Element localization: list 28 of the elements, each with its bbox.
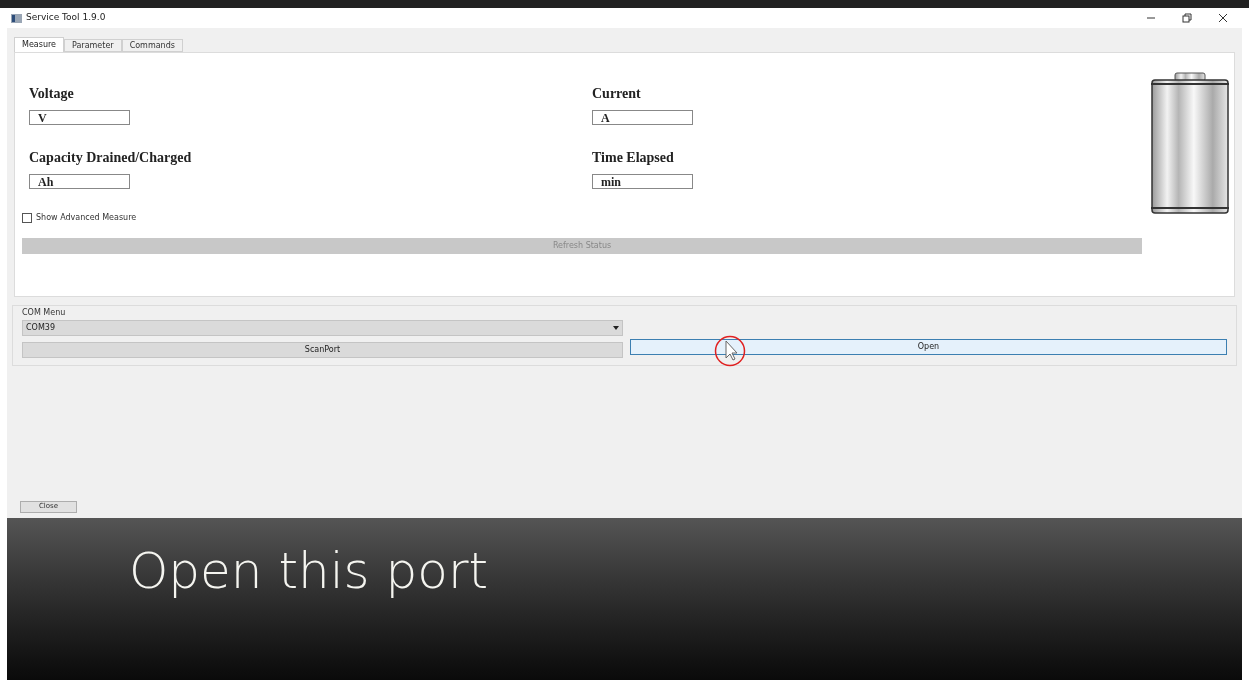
unit-label: Ah (38, 175, 54, 188)
value-field[interactable]: Ah (29, 174, 130, 189)
tab[interactable]: Measure (14, 37, 64, 52)
close-icon[interactable] (1218, 13, 1228, 23)
tab[interactable]: Commands (121, 39, 183, 52)
open-button[interactable]: Open (630, 339, 1227, 355)
checkbox-label: Show Advanced Measure (36, 212, 137, 224)
caption-text: Open this port (129, 546, 489, 602)
value-field[interactable]: A (592, 110, 693, 125)
field-label: Time Elapsed (592, 151, 675, 165)
window-title: Service Tool 1.9.0 (26, 11, 106, 25)
value-field[interactable]: V (29, 110, 130, 125)
dropdown-arrow-icon (613, 326, 619, 330)
restore-icon[interactable] (1182, 13, 1192, 23)
cursor-highlight-icon (714, 335, 746, 367)
scan-port-button[interactable]: ScanPort (22, 342, 623, 358)
unit-label: A (601, 111, 610, 124)
tab[interactable]: Parameter (64, 39, 122, 52)
app-icon (11, 13, 22, 23)
checkbox[interactable] (22, 213, 32, 223)
field-label: Voltage (29, 87, 75, 101)
field-label: Capacity Drained/Charged (29, 151, 193, 165)
port-dropdown[interactable]: COM39 (22, 320, 623, 336)
unit-label: min (601, 175, 621, 188)
group-title: COM Menu (22, 307, 67, 319)
unit-label: V (38, 111, 47, 124)
field-label: Current (592, 87, 642, 101)
value-field[interactable]: min (592, 174, 693, 189)
